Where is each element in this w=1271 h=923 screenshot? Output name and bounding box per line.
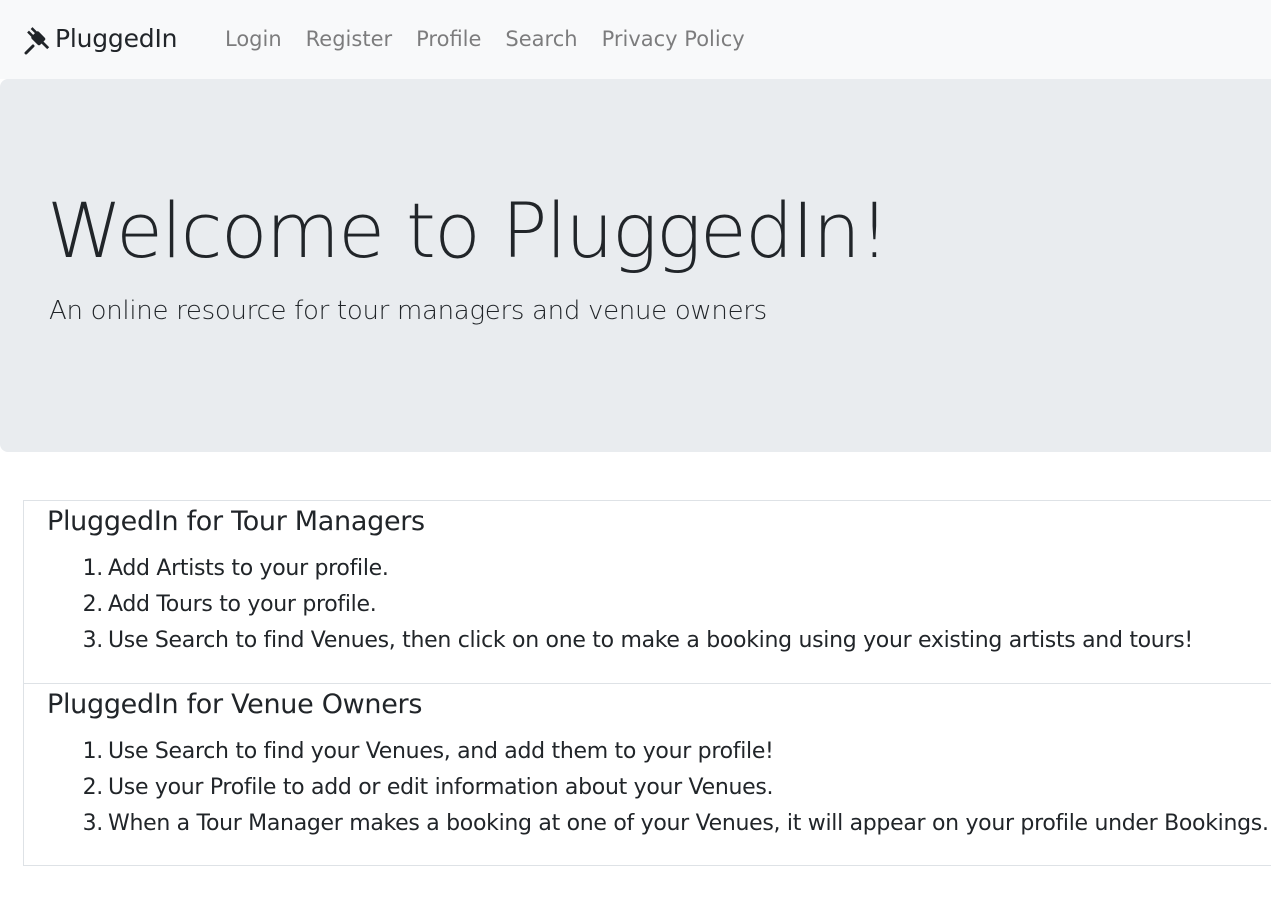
list-item-text: Add Tours to your profile. — [108, 592, 377, 617]
list-item-text: Use your Profile to add or edit informat… — [108, 775, 774, 800]
nav-login[interactable]: Login — [225, 21, 282, 57]
list-item-text: Use Search to find Venues, then click on… — [108, 628, 1193, 653]
tour-managers-section: PluggedIn for Tour Managers 1. Add Artist… — [23, 500, 1271, 684]
navbar: PluggedIn Login Register Profile Search … — [0, 0, 1271, 79]
list-item-text: Use Search to find your Venues, and add … — [108, 739, 774, 764]
nav-links: Login Register Profile Search Privacy Po… — [225, 21, 769, 57]
list-item-text: When a Tour Manager makes a booking at o… — [108, 811, 1269, 836]
venue-owners-list: 1. Use Search to find your Venues, and ad… — [81, 734, 1269, 842]
nav-register[interactable]: Register — [306, 21, 392, 57]
venue-owners-heading: PluggedIn for Venue Owners — [47, 689, 423, 720]
list-item: 3. Use Search to find Venues, then click … — [81, 623, 1194, 659]
venue-owners-section: PluggedIn for Venue Owners 1. Use Search … — [23, 683, 1271, 866]
list-item: 3. When a Tour Manager makes a booking at… — [81, 806, 1269, 842]
hero-title: Welcome to PluggedIn! — [47, 186, 890, 275]
list-item: 2. Add Tours to your profile. — [81, 587, 1193, 623]
tour-managers-list: 1. Add Artists to your profile. 2. Add Tou… — [81, 551, 1194, 659]
nav-profile[interactable]: Profile — [416, 21, 481, 57]
list-item: 1. Add Artists to your profile. — [81, 551, 1193, 587]
tour-managers-heading: PluggedIn for Tour Managers — [47, 506, 425, 537]
hero-subtitle: An online resource for tour managers and… — [49, 296, 767, 326]
list-item: 1. Use Search to find your Venues, and ad… — [81, 734, 1269, 770]
plug-icon — [24, 23, 54, 55]
brand-name: PluggedIn — [55, 24, 178, 53]
list-item: 2. Use your Profile to add or edit inform… — [81, 770, 1269, 806]
nav-search[interactable]: Search — [505, 21, 577, 57]
list-item-text: Add Artists to your profile. — [108, 556, 389, 581]
nav-privacy-policy[interactable]: Privacy Policy — [602, 21, 745, 57]
brand-link[interactable]: PluggedIn — [24, 20, 177, 58]
